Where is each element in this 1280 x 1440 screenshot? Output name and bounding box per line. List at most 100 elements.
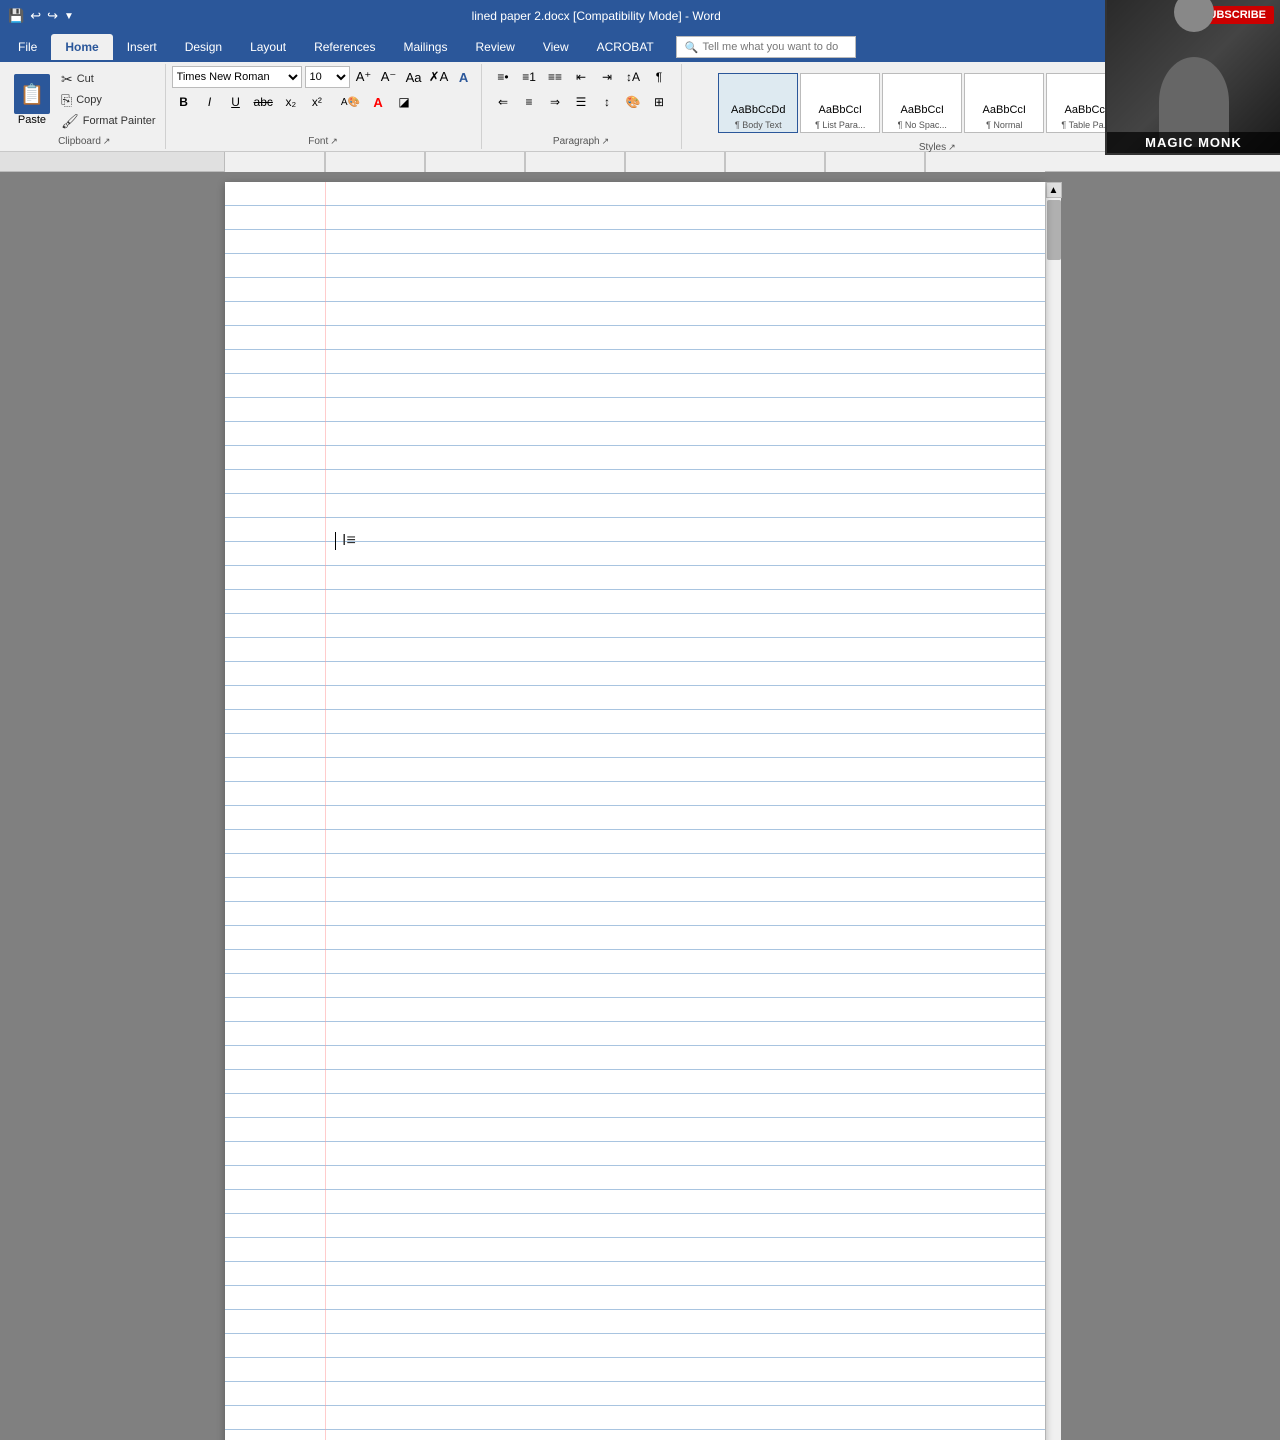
tab-file[interactable]: File — [4, 34, 51, 60]
style-no-spacing-label: ¶ No Spac... — [898, 120, 947, 130]
style-body-text[interactable]: AaBbCcDd ¶ Body Text — [718, 73, 798, 133]
grow-font-button[interactable]: A⁺ — [353, 66, 375, 88]
font-expand-icon[interactable]: ↗ — [330, 136, 338, 147]
style-table-para-label: ¶ Table Pa... — [1061, 120, 1111, 130]
sort-button[interactable]: ↕A — [621, 66, 645, 88]
format-painter-button[interactable]: 🖌 Format Painter — [58, 112, 159, 131]
italic-button[interactable]: I — [198, 91, 222, 113]
clear-format-button[interactable]: ✗A — [428, 66, 450, 88]
tab-acrobat[interactable]: ACROBAT — [583, 34, 668, 60]
style-list-para[interactable]: AaBbCcI ¶ List Para... — [800, 73, 880, 133]
copy-label: Copy — [76, 94, 102, 106]
font-color-button[interactable]: A — [366, 91, 390, 113]
underline-button[interactable]: U — [224, 91, 248, 113]
font-row1: Times New Roman 10 8 9 10 11 12 A⁺ A⁻ Aa… — [172, 66, 475, 88]
ribbon: File Home Insert Design Layout Reference… — [0, 32, 1280, 152]
strikethrough-button[interactable]: abc — [250, 91, 277, 113]
horizontal-ruler — [0, 152, 1280, 172]
redo-icon[interactable]: ↪ — [47, 8, 58, 24]
clipboard-expand-icon[interactable]: ↗ — [103, 136, 111, 147]
style-normal-label: ¶ Normal — [986, 120, 1022, 130]
tab-design[interactable]: Design — [171, 34, 236, 60]
align-left-button[interactable]: ⇐ — [491, 91, 515, 113]
superscript-button[interactable]: x² — [305, 91, 329, 113]
document-page[interactable]: I≡ — [225, 182, 1045, 1440]
lined-page: I≡ — [225, 182, 1045, 1440]
cut-button[interactable]: ✂ Cut — [58, 70, 159, 89]
scroll-thumb[interactable] — [1047, 200, 1061, 260]
decrease-indent-button[interactable]: ⇤ — [569, 66, 593, 88]
align-right-button[interactable]: ⇒ — [543, 91, 567, 113]
multilevel-list-button[interactable]: ≡≡ — [543, 66, 567, 88]
para-row2: ⇐ ≡ ⇒ ☰ ↕ 🎨 ⊞ — [491, 91, 671, 113]
show-formatting-button[interactable]: ¶ — [647, 66, 671, 88]
title-bar: 💾 ↩ ↪ ▼ lined paper 2.docx [Compatibilit… — [0, 0, 1280, 32]
cut-label: Cut — [77, 73, 94, 85]
align-center-button[interactable]: ≡ — [517, 91, 541, 113]
numbering-button[interactable]: ≡1 — [517, 66, 541, 88]
copy-icon: ⎘ — [61, 92, 72, 109]
para-row1: ≡• ≡1 ≡≡ ⇤ ⇥ ↕A ¶ — [491, 66, 671, 88]
font-family-select[interactable]: Times New Roman — [172, 66, 302, 88]
title-bar-left: 💾 ↩ ↪ ▼ — [8, 8, 74, 24]
copy-button[interactable]: ⎘ Copy — [58, 91, 159, 110]
style-list-para-preview: AaBbCcI — [815, 100, 866, 120]
clipboard-group: 📋 Paste ✂ Cut ⎘ Copy 🖌 Format Painter — [4, 64, 166, 149]
undo-icon[interactable]: ↩ — [30, 8, 41, 24]
tab-view[interactable]: View — [529, 34, 583, 60]
style-no-spacing[interactable]: AaBbCcI ¶ No Spac... — [882, 73, 962, 133]
vertical-scrollbar[interactable]: ▲ ▼ — [1045, 182, 1061, 1440]
video-preview — [1107, 0, 1280, 153]
margin-line — [325, 182, 326, 1440]
clipboard-label: Clipboard ↗ — [10, 136, 159, 147]
style-normal[interactable]: AaBbCcI ¶ Normal — [964, 73, 1044, 133]
change-case-button[interactable]: Aa — [403, 66, 425, 88]
tab-layout[interactable]: Layout — [236, 34, 300, 60]
subscript-button[interactable]: x₂ — [279, 91, 303, 113]
clipboard-content: 📋 Paste ✂ Cut ⎘ Copy 🖌 Format Painter — [10, 66, 159, 134]
tab-insert[interactable]: Insert — [113, 34, 171, 60]
paste-label: Paste — [18, 114, 46, 126]
style-no-spacing-preview: AaBbCcI — [897, 100, 948, 120]
format-painter-icon: 🖌 — [61, 113, 79, 130]
video-overlay: SUBSCRIBE MAGIC MONK — [1105, 0, 1280, 155]
person-head — [1174, 0, 1214, 32]
format-painter-label: Format Painter — [83, 115, 156, 127]
scroll-up-button[interactable]: ▲ — [1046, 182, 1062, 198]
paste-icon: 📋 — [14, 74, 50, 114]
text-effects-button[interactable]: A — [453, 66, 475, 88]
ribbon-content: 📋 Paste ✂ Cut ⎘ Copy 🖌 Format Painter — [0, 62, 1280, 152]
tab-mailings[interactable]: Mailings — [389, 34, 461, 60]
page-lines — [225, 182, 1045, 1440]
ruler-svg — [225, 152, 1045, 172]
style-body-text-label: ¶ Body Text — [735, 120, 782, 130]
highlight-color-button[interactable]: A🎨 — [337, 91, 364, 113]
character-shading-button[interactable]: ◪ — [392, 91, 416, 113]
bold-button[interactable]: B — [172, 91, 196, 113]
paragraph-group: ≡• ≡1 ≡≡ ⇤ ⇥ ↕A ¶ ⇐ ≡ ⇒ ☰ ↕ 🎨 ⊞ — [482, 64, 682, 149]
save-icon[interactable]: 💾 — [8, 8, 24, 24]
cursor-symbol: I≡ — [342, 532, 356, 550]
shrink-font-button[interactable]: A⁻ — [378, 66, 400, 88]
tab-review[interactable]: Review — [461, 34, 528, 60]
search-icon: 🔍 — [685, 41, 699, 54]
text-cursor-area: I≡ — [335, 532, 356, 550]
tab-home[interactable]: Home — [51, 34, 112, 60]
font-content: Times New Roman 10 8 9 10 11 12 A⁺ A⁻ Aa… — [172, 66, 475, 134]
customize-icon[interactable]: ▼ — [64, 11, 74, 22]
font-size-select[interactable]: 10 8 9 10 11 12 — [305, 66, 350, 88]
borders-button[interactable]: ⊞ — [647, 91, 671, 113]
paste-button[interactable]: 📋 Paste — [10, 72, 54, 128]
channel-name: MAGIC MONK — [1107, 132, 1280, 153]
style-list-para-label: ¶ List Para... — [815, 120, 865, 130]
tell-me-input[interactable]: 🔍 Tell me what you want to do — [676, 36, 856, 58]
line-spacing-button[interactable]: ↕ — [595, 91, 619, 113]
paragraph-expand-icon[interactable]: ↗ — [602, 136, 610, 147]
increase-indent-button[interactable]: ⇥ — [595, 66, 619, 88]
bullets-button[interactable]: ≡• — [491, 66, 515, 88]
font-group: Times New Roman 10 8 9 10 11 12 A⁺ A⁻ Aa… — [166, 64, 482, 149]
shading-button[interactable]: 🎨 — [621, 91, 645, 113]
font-row2: B I U abc x₂ x² A🎨 A ◪ — [172, 91, 416, 113]
justify-button[interactable]: ☰ — [569, 91, 593, 113]
tab-references[interactable]: References — [300, 34, 389, 60]
